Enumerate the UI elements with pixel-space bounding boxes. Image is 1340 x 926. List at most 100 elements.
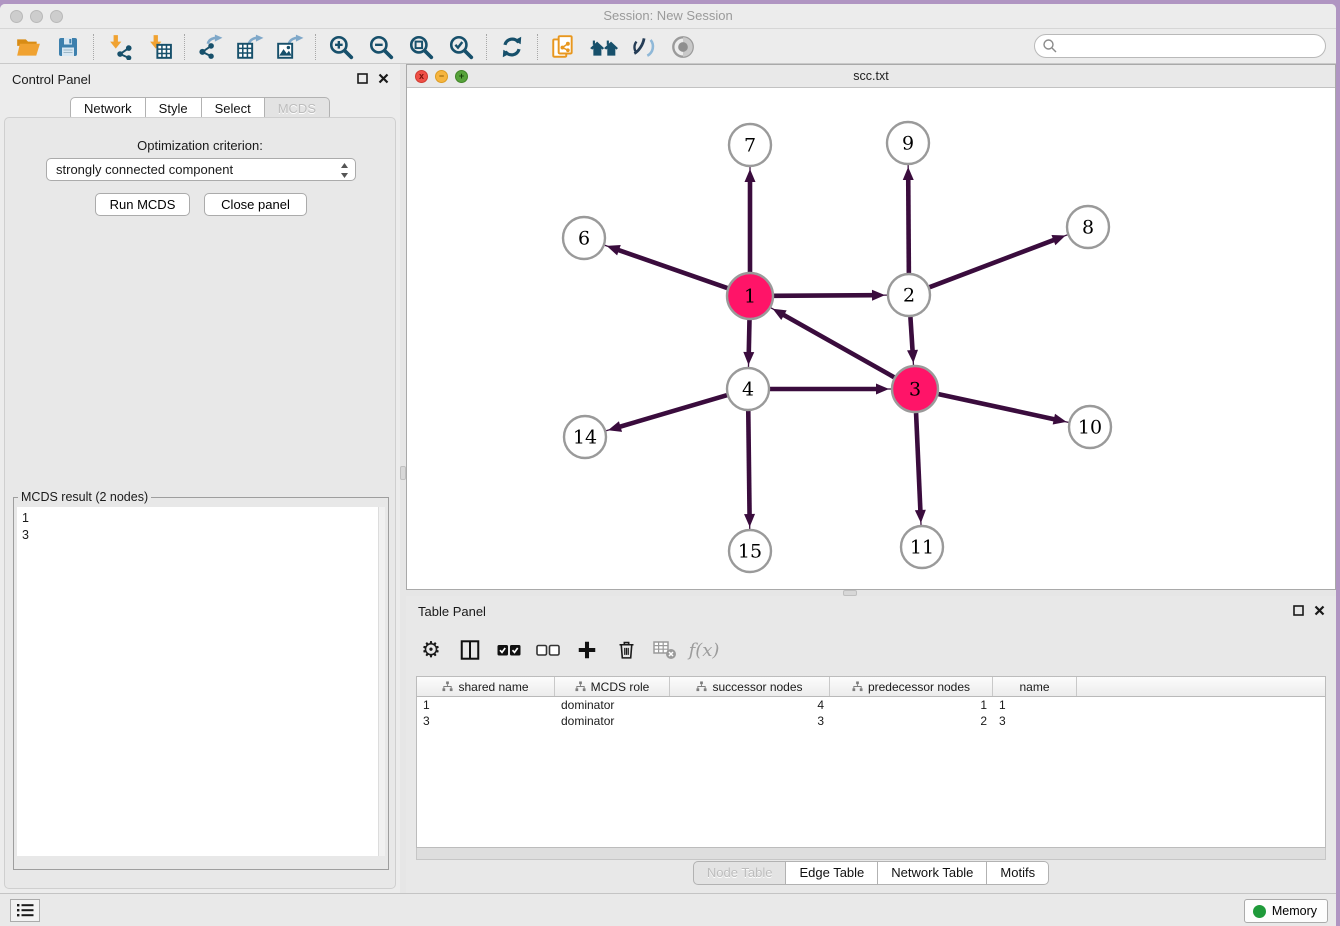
table-cell[interactable]: 1: [417, 697, 555, 713]
checked-boxes-icon: [497, 644, 521, 657]
tab-network-table[interactable]: Network Table: [878, 861, 987, 885]
apply-layout-button[interactable]: [492, 32, 532, 62]
optimization-criterion-label: Optimization criterion:: [5, 138, 395, 153]
criterion-value: strongly connected component: [56, 162, 233, 177]
close-panel-button[interactable]: Close panel: [204, 193, 307, 216]
zoom-out-button[interactable]: [361, 32, 401, 62]
float-panel-icon[interactable]: [356, 72, 369, 85]
table-settings-button[interactable]: ⚙: [416, 635, 446, 665]
zoom-in-button[interactable]: [321, 32, 361, 62]
float-panel-icon[interactable]: [1292, 604, 1305, 617]
node-label-10: 10: [1078, 417, 1102, 439]
edge-2-3[interactable]: [910, 317, 912, 352]
delete-table-button[interactable]: [650, 635, 680, 665]
export-table-icon: [236, 34, 264, 60]
app-titlebar[interactable]: Session: New Session: [0, 4, 1336, 29]
table-cell[interactable]: 3: [670, 713, 830, 729]
table-cell[interactable]: 4: [670, 697, 830, 713]
edge-3-11[interactable]: [916, 413, 920, 512]
delete-table-icon: [653, 640, 677, 660]
column-header-successor-nodes[interactable]: successor nodes: [670, 677, 830, 696]
network-canvas[interactable]: 7968124314101511: [407, 88, 1335, 589]
tab-motifs[interactable]: Motifs: [987, 861, 1049, 885]
export-image-button[interactable]: [270, 32, 310, 62]
mcds-result-area[interactable]: 1 3: [17, 507, 385, 856]
close-panel-icon[interactable]: [377, 72, 390, 85]
table-cell[interactable]: 1: [830, 697, 993, 713]
zoom-in-icon: [328, 34, 354, 60]
import-table-button[interactable]: [139, 32, 179, 62]
edge-4-14[interactable]: [619, 395, 727, 427]
export-network-button[interactable]: [190, 32, 230, 62]
close-panel-icon[interactable]: [1313, 604, 1326, 617]
toolbar-separator: [93, 34, 94, 60]
result-scrollbar[interactable]: [378, 507, 385, 856]
select-stepper-icon: [340, 162, 349, 182]
application-window: Session: New Session Control Panel: [0, 4, 1336, 926]
column-label: predecessor nodes: [868, 680, 970, 694]
zoom-selected-icon: [448, 34, 474, 60]
run-mcds-button[interactable]: Run MCDS: [95, 193, 190, 216]
tab-edge-table[interactable]: Edge Table: [786, 861, 878, 885]
unselect-all-columns-button[interactable]: [533, 635, 563, 665]
save-session-button[interactable]: [48, 32, 88, 62]
arrowhead-icon: [907, 350, 918, 363]
column-header-MCDS-role[interactable]: MCDS role: [555, 677, 670, 696]
edge-1-4[interactable]: [749, 320, 750, 354]
column-label: shared name: [458, 680, 528, 694]
table-cell[interactable]: 3: [993, 713, 1077, 729]
select-all-columns-button[interactable]: [494, 635, 524, 665]
network-window-titlebar[interactable]: x − + scc.txt: [407, 65, 1335, 88]
edge-2-8[interactable]: [930, 239, 1056, 287]
export-table-button[interactable]: [230, 32, 270, 62]
arrowhead-icon: [608, 421, 622, 432]
table-hscrollbar[interactable]: [416, 848, 1326, 860]
edge-1-2[interactable]: [774, 295, 874, 296]
list-icon: [17, 903, 34, 918]
main-toolbar: [0, 30, 1336, 64]
toolbar-separator: [315, 34, 316, 60]
tab-node-table[interactable]: Node Table: [693, 861, 787, 885]
column-header-name[interactable]: name: [993, 677, 1077, 696]
function-builder-button[interactable]: f(x): [689, 635, 719, 665]
show-hide-button[interactable]: [663, 32, 703, 62]
toolbar-separator: [486, 34, 487, 60]
column-label: MCDS role: [591, 680, 650, 694]
delete-column-button[interactable]: [611, 635, 641, 665]
trash-icon: [616, 639, 637, 661]
edge-3-10[interactable]: [938, 394, 1055, 419]
mcds-result-text: 1 3: [22, 510, 29, 544]
table-cell[interactable]: 3: [417, 713, 555, 729]
table-row[interactable]: 1dominator411: [417, 697, 1325, 713]
column-header-predecessor-nodes[interactable]: predecessor nodes: [830, 677, 993, 696]
open-session-button[interactable]: [8, 32, 48, 62]
task-history-button[interactable]: [10, 899, 40, 922]
edge-1-6[interactable]: [617, 250, 727, 289]
table-cell[interactable]: dominator: [555, 697, 670, 713]
memory-button[interactable]: Memory: [1244, 899, 1328, 923]
column-header-shared-name[interactable]: shared name: [417, 677, 555, 696]
table-row[interactable]: 3dominator323: [417, 713, 1325, 729]
arrowhead-icon: [872, 290, 885, 301]
node-label-14: 14: [573, 427, 597, 449]
criterion-select[interactable]: strongly connected component: [46, 158, 356, 181]
arrowhead-icon: [743, 352, 754, 365]
search-input[interactable]: [1034, 34, 1326, 58]
clone-network-button[interactable]: [543, 32, 583, 62]
create-column-button[interactable]: [572, 635, 602, 665]
import-network-button[interactable]: [99, 32, 139, 62]
zoom-selected-button[interactable]: [441, 32, 481, 62]
edge-4-15[interactable]: [748, 411, 749, 516]
columns-icon: [459, 639, 481, 661]
table-cell[interactable]: 2: [830, 713, 993, 729]
table-cell[interactable]: dominator: [555, 713, 670, 729]
first-neighbors-button[interactable]: [583, 32, 623, 62]
graphics-details-button[interactable]: [623, 32, 663, 62]
zoom-fit-button[interactable]: [401, 32, 441, 62]
table-cell[interactable]: 1: [993, 697, 1077, 713]
show-columns-button[interactable]: [455, 635, 485, 665]
edge-3-1[interactable]: [782, 314, 894, 377]
edge-2-9[interactable]: [908, 178, 909, 273]
memory-label: Memory: [1272, 904, 1317, 918]
node-table: shared name MCDS role successor nodes prede…: [416, 676, 1326, 848]
